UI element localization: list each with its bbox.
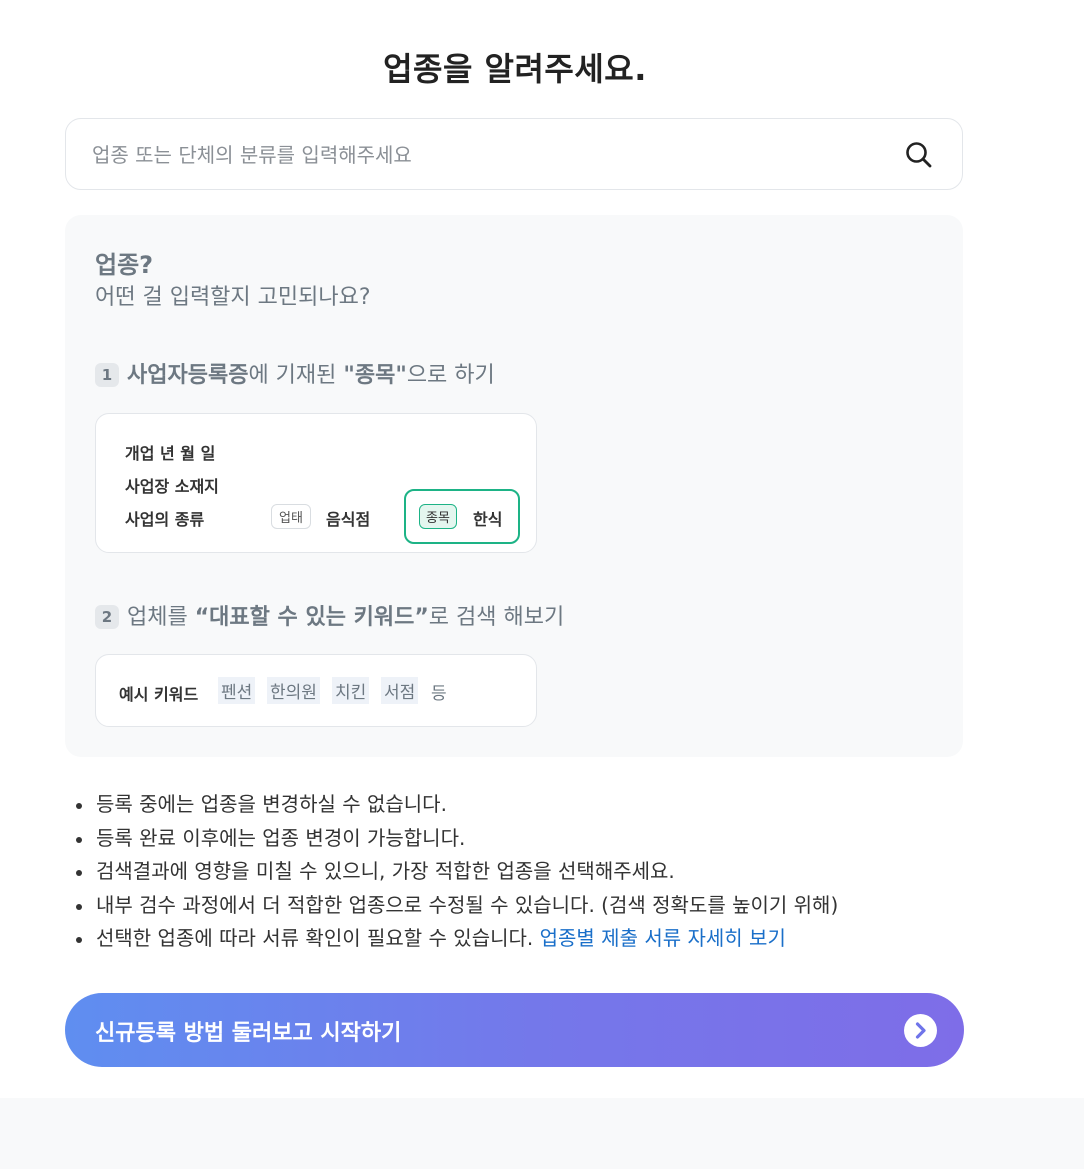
example-keyword: 펜션 [218,677,256,704]
example-keyword: 치킨 [332,677,370,704]
search-icon[interactable] [904,140,934,170]
example-keyword-etc: 등 [431,684,447,704]
notice-text: 등록 중에는 업종을 변경하실 수 없습니다. [96,792,447,816]
notice-item: 내부 검수 과정에서 더 적합한 업종으로 수정될 수 있습니다. (검색 정확… [74,891,838,925]
step-text-strong: "종목" [343,363,407,388]
search-input[interactable] [90,139,874,171]
chevron-right-circle-icon [904,1014,937,1047]
example-keyword: 한의원 [267,677,320,704]
item-highlight-box: 종목 한식 [404,489,520,544]
notice-text: 검색결과에 영향을 미칠 수 있으니, 가장 적합한 업종을 선택해주세요. [96,859,675,883]
item-chip: 종목 [419,504,457,529]
footer-background [0,1098,1084,1169]
search-box [65,118,963,190]
step-text: 으로 하기 [406,363,495,388]
guide-panel: 업종? 어떤 걸 입력할지 고민되나요? 1 사업자등록증에 기재된 "종목"으로… [65,215,963,757]
step-text: 로 검색 해보기 [428,605,565,630]
notice-item: 선택한 업종에 따라 서류 확인이 필요할 수 있습니다. 업종별 제출 서류 … [74,924,838,958]
step-text: 에 기재된 [248,363,344,388]
notice-item: 등록 중에는 업종을 변경하실 수 없습니다. [74,790,838,824]
notice-list: 등록 중에는 업종을 변경하실 수 없습니다. 등록 완료 이후에는 업종 변경… [74,790,838,958]
step-text: 업체를 [127,605,195,630]
guide-step-1: 1 사업자등록증에 기재된 "종목"으로 하기 [95,357,495,389]
notice-text: 등록 완료 이후에는 업종 변경이 가능합니다. [96,825,466,850]
start-registration-label: 신규등록 방법 둘러보고 시작하기 [95,1021,402,1046]
step-text-strong: “대표할 수 있는 키워드” [194,605,429,630]
business-registration-example: 개업 년 월 일 사업장 소재지 사업의 종류 업태 음식점 종목 한식 [95,413,537,553]
document-details-link[interactable]: 업종별 제출 서류 자세히 보기 [540,926,786,950]
start-registration-button[interactable]: 신규등록 방법 둘러보고 시작하기 [65,993,964,1067]
example-keyword-label: 예시 키워드 [119,685,199,704]
item-value: 한식 [473,510,503,529]
page-title: 업종을 알려주세요. [383,50,647,88]
notice-item: 검색결과에 영향을 미칠 수 있으니, 가장 적합한 업종을 선택해주세요. [74,857,838,891]
step-number: 2 [95,605,119,629]
example-row-business-kind: 사업의 종류 [125,510,205,529]
step-number: 1 [95,363,119,387]
example-row-location: 사업장 소재지 [125,477,219,496]
guide-step-2: 2 업체를 “대표할 수 있는 키워드”로 검색 해보기 [95,599,564,631]
example-row-open-date: 개업 년 월 일 [125,444,216,463]
business-type-value: 음식점 [326,510,371,529]
guide-title: 업종? [95,251,154,279]
notice-text: 선택한 업종에 따라 서류 확인이 필요할 수 있습니다. [96,926,540,950]
notice-item: 등록 완료 이후에는 업종 변경이 가능합니다. [74,824,838,858]
guide-subtitle: 어떤 걸 입력할지 고민되나요? [95,285,371,310]
step-text-strong: 사업자등록증 [127,363,249,388]
keyword-example-card: 예시 키워드 펜션 한의원 치킨 서점 등 [95,654,537,727]
notice-text: 내부 검수 과정에서 더 적합한 업종으로 수정될 수 있습니다. (검색 정확… [96,892,839,917]
business-type-chip: 업태 [271,504,311,529]
example-keyword: 서점 [381,677,419,704]
